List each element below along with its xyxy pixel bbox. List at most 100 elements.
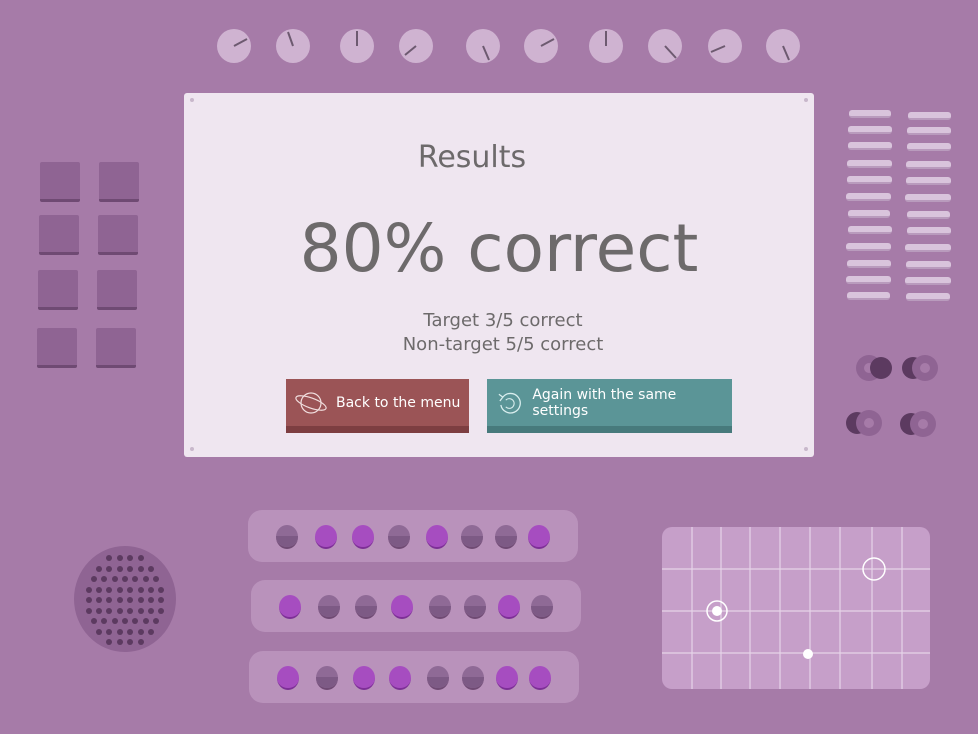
slider-bar[interactable] — [906, 161, 951, 169]
step-button[interactable] — [277, 666, 299, 690]
back-to-menu-button[interactable]: Back to the menu — [286, 379, 469, 433]
knob[interactable] — [708, 29, 742, 63]
score-text: 80% correct — [299, 210, 699, 287]
slider-bar[interactable] — [907, 143, 951, 151]
speaker-hole — [153, 576, 160, 582]
panel-screw — [804, 447, 808, 451]
speaker-hole — [132, 618, 139, 624]
back-button-label: Back to the menu — [336, 394, 461, 411]
speaker-hole — [137, 607, 144, 614]
knob[interactable] — [524, 29, 558, 63]
step-button[interactable] — [461, 525, 483, 549]
step-button[interactable] — [352, 525, 374, 549]
speaker-hole — [127, 586, 134, 593]
step-button[interactable] — [316, 666, 338, 690]
step-button[interactable] — [529, 666, 551, 690]
speaker-hole — [96, 586, 102, 593]
speaker-hole — [137, 586, 144, 593]
toggle-switch[interactable] — [856, 355, 892, 381]
step-button[interactable] — [353, 666, 375, 690]
knob[interactable] — [466, 29, 500, 63]
slider-bar[interactable] — [908, 112, 951, 120]
again-button-label: Again with the same settings — [532, 386, 677, 419]
knob[interactable] — [766, 29, 800, 63]
step-button[interactable] — [464, 595, 486, 619]
speaker-hole — [127, 607, 134, 614]
speaker-hole — [106, 565, 113, 572]
speaker-hole — [148, 607, 154, 614]
toggle-switch[interactable] — [900, 411, 936, 437]
speaker-hole — [90, 576, 97, 582]
speaker-hole — [101, 618, 108, 624]
step-button[interactable] — [528, 525, 550, 549]
step-button[interactable] — [427, 666, 449, 690]
step-button[interactable] — [391, 595, 413, 619]
slider-bar[interactable] — [847, 160, 892, 168]
step-button[interactable] — [389, 666, 411, 690]
square-pad[interactable] — [99, 162, 139, 202]
knob[interactable] — [589, 29, 623, 63]
toggle-switch[interactable] — [902, 355, 938, 381]
step-button[interactable] — [496, 666, 518, 690]
speaker-hole — [116, 628, 123, 635]
slider-bar[interactable] — [907, 127, 951, 135]
step-button[interactable] — [315, 525, 337, 549]
button-row — [249, 651, 579, 703]
speaker-hole — [116, 565, 123, 572]
slider-bar[interactable] — [847, 176, 892, 184]
speaker-hole — [148, 628, 154, 635]
xy-pad[interactable] — [662, 527, 930, 689]
step-button[interactable] — [279, 595, 301, 619]
slider-bar[interactable] — [848, 126, 892, 134]
speaker-hole — [137, 565, 144, 572]
speaker-hole — [85, 597, 92, 603]
slider-bar[interactable] — [849, 110, 891, 118]
step-button[interactable] — [531, 595, 553, 619]
square-pad[interactable] — [40, 162, 80, 202]
speaker-hole — [127, 639, 134, 645]
step-button[interactable] — [462, 666, 484, 690]
speaker-hole — [106, 607, 113, 614]
slider-bar[interactable] — [905, 194, 951, 202]
speaker-hole — [111, 576, 118, 582]
knob[interactable] — [276, 29, 310, 63]
speaker-hole — [127, 628, 134, 635]
slider-bar[interactable] — [906, 293, 950, 301]
knob[interactable] — [648, 29, 682, 63]
target-score: Target 3/5 correct — [423, 310, 583, 331]
button-row — [251, 580, 581, 632]
slider-bar[interactable] — [906, 177, 951, 185]
slider-bar[interactable] — [846, 193, 891, 201]
panel-screw — [190, 447, 194, 451]
knob[interactable] — [217, 29, 251, 63]
speaker-hole — [153, 618, 160, 624]
planet-icon — [295, 391, 327, 414]
results-title: Results — [417, 140, 527, 175]
slider-bar[interactable] — [848, 142, 892, 150]
speaker-hole — [116, 597, 123, 603]
step-button[interactable] — [355, 595, 377, 619]
slider-bar[interactable] — [847, 292, 890, 300]
step-button[interactable] — [429, 595, 451, 619]
step-button[interactable] — [495, 525, 517, 549]
speaker-hole — [142, 618, 149, 624]
again-same-settings-button[interactable]: Again with the same settings — [487, 379, 732, 433]
step-button[interactable] — [498, 595, 520, 619]
speaker-hole — [85, 607, 92, 614]
refresh-icon — [498, 392, 521, 414]
speaker-hole — [137, 555, 144, 561]
speaker-hole — [148, 597, 154, 603]
toggle-switch[interactable] — [846, 410, 882, 436]
speaker-hole — [96, 597, 102, 603]
speaker-hole — [116, 555, 123, 561]
speaker-grille — [74, 546, 176, 652]
panel-screw — [190, 98, 194, 102]
step-button[interactable] — [426, 525, 448, 549]
knob[interactable] — [399, 29, 433, 63]
knob[interactable] — [340, 29, 374, 63]
step-button[interactable] — [388, 525, 410, 549]
speaker-hole — [127, 597, 134, 603]
step-button[interactable] — [318, 595, 340, 619]
speaker-hole — [90, 618, 97, 624]
step-button[interactable] — [276, 525, 298, 549]
